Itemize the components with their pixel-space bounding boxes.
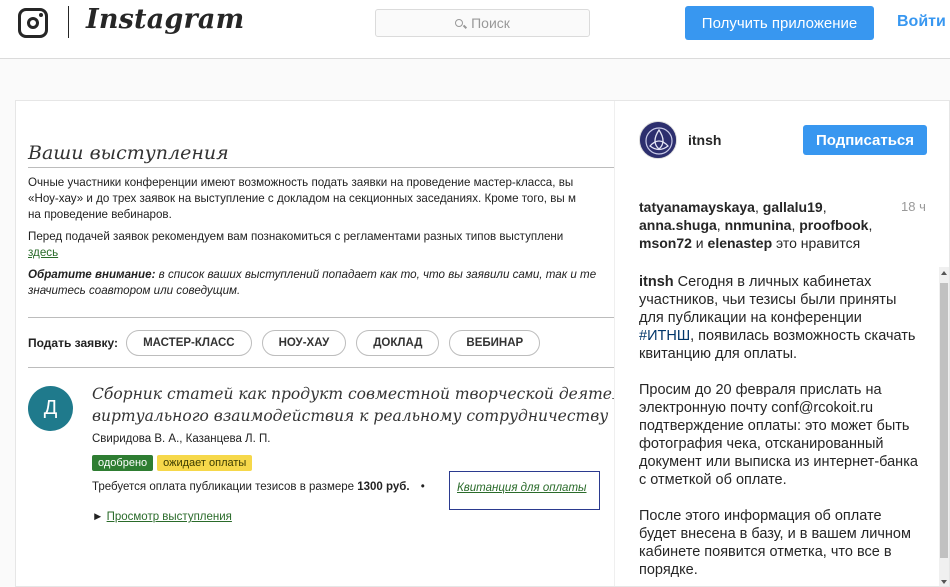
liker-link[interactable]: elenastep	[708, 235, 773, 251]
masterclass-pill: МАСТЕР-КЛАСС	[126, 330, 252, 356]
article-title-line: Сборник статей как продукт совместной тв…	[92, 385, 614, 403]
post-image[interactable]: Ваши выступления Очные участники конфере…	[16, 101, 614, 586]
logo-divider	[68, 6, 69, 38]
image-divider	[28, 317, 614, 318]
hashtag-link[interactable]: #ИТНШ	[639, 328, 690, 344]
approved-badge: одобрено	[92, 455, 154, 471]
post-time[interactable]: 18 ч	[901, 199, 926, 214]
scroll-up-icon[interactable]	[939, 267, 949, 279]
search-icon	[455, 19, 464, 27]
caption-scrollbar[interactable]	[939, 267, 949, 586]
payment-amount: 1300 руб.	[357, 481, 410, 493]
caption-paragraph: После этого информация об оплате будет в…	[639, 508, 911, 578]
liker-link[interactable]: tatyanamayskaya	[639, 199, 755, 215]
likes-text: tatyanamayskaya, gallalu19, anna.shuga, …	[639, 199, 873, 251]
caption-paragraph: Просим до 20 февраля прислать на электро…	[639, 382, 918, 488]
article-authors: Свиридова В. А., Казанцева Л. П.	[92, 433, 271, 445]
image-notice-line: значитесь соавтором или соведущим.	[28, 284, 241, 297]
liker-link[interactable]: gallalu19	[763, 199, 823, 215]
profile-avatar[interactable]	[639, 121, 677, 159]
liker-link[interactable]: anna.shuga	[639, 217, 717, 233]
receipt-link: Квитанция для оплаты	[457, 482, 587, 494]
follow-button[interactable]: Подписаться	[803, 125, 927, 155]
post-side-panel: itnsh Подписаться tatyanamayskaya, galla…	[614, 101, 949, 586]
post-header: itnsh Подписаться	[615, 101, 949, 179]
scroll-thumb[interactable]	[940, 283, 948, 558]
top-bar: Instagram Поиск Получить приложение Войт…	[0, 0, 950, 59]
image-paragraph: здесь	[28, 245, 58, 261]
report-pill: ДОКЛАД	[356, 330, 440, 356]
image-notice: Обратите внимание: в список ваших выступ…	[28, 267, 596, 283]
instagram-glyph-icon[interactable]	[18, 8, 48, 38]
image-notice-text: в список ваших выступлений попадает как …	[155, 268, 597, 281]
search-input[interactable]: Поиск	[375, 9, 590, 37]
payment-text: Требуется оплата публикации тезисов в ра…	[92, 481, 425, 493]
knowhow-pill: НОУ-ХАУ	[261, 330, 347, 356]
instagram-wordmark[interactable]: Instagram	[86, 4, 244, 35]
receipt-link-text: Квитанция для оплаты	[457, 482, 587, 494]
caption-paragraph: itnsh Сегодня в личных кабинетах участни…	[639, 273, 919, 363]
view-performance-link: Просмотр выступления	[106, 511, 232, 523]
post-card: Ваши выступления Очные участники конфере…	[15, 100, 950, 587]
apply-label: Подать заявку:	[28, 336, 119, 350]
liker-link[interactable]: mson72	[639, 235, 692, 251]
liker-link[interactable]: nnmunina	[725, 217, 792, 233]
profile-username[interactable]: itnsh	[688, 132, 721, 148]
scroll-down-icon[interactable]	[939, 576, 949, 586]
image-paragraph: Очные участники конференции имеют возмож…	[28, 176, 574, 189]
caption-text: Сегодня в личных кабинетах участников, ч…	[639, 274, 897, 326]
image-paragraph: на проведение вебинаров.	[28, 208, 172, 221]
awaiting-payment-badge: ожидает оплаты	[157, 455, 253, 471]
apply-row: Подать заявку: МАСТЕР-КЛАСС НОУ-ХАУ ДОКЛ…	[28, 330, 550, 356]
image-divider	[28, 167, 614, 168]
article-title: Сборник статей как продукт совместной тв…	[92, 383, 614, 427]
bullet: •	[420, 481, 425, 493]
image-here-link: здесь	[28, 246, 59, 259]
search-placeholder: Поиск	[471, 15, 510, 31]
get-app-button[interactable]: Получить приложение	[685, 6, 874, 40]
speaker-avatar: Д	[28, 386, 73, 431]
triquetra-logo-icon	[640, 122, 676, 158]
post-caption: itnsh Сегодня в личных кабинетах участни…	[639, 273, 919, 586]
likes-suffix: это нравится	[772, 235, 861, 251]
caption-username[interactable]: itnsh	[639, 274, 674, 290]
likes-and: и	[691, 235, 708, 251]
image-notice-bold: Обратите внимание:	[28, 268, 156, 281]
triangle-right-icon: ►	[92, 511, 104, 523]
image-paragraph: «Ноу-хау» и до трех заявок на выступлени…	[28, 192, 576, 205]
image-divider	[28, 367, 614, 368]
image-page-title: Ваши выступления	[28, 142, 229, 164]
login-link[interactable]: Войти	[897, 13, 946, 31]
view-performance: ► Просмотр выступления	[92, 511, 232, 523]
payment-label: Требуется оплата публикации тезисов в ра…	[92, 481, 358, 493]
article-title-line: виртуального взаимодействия к реальному …	[92, 407, 609, 425]
webinar-pill: ВЕБИНАР	[449, 330, 541, 356]
liker-link[interactable]: proofbook	[799, 217, 868, 233]
status-badges: одобрено ожидает оплаты	[92, 455, 256, 471]
image-paragraph: Перед подачей заявок рекомендуем вам поз…	[28, 230, 564, 243]
